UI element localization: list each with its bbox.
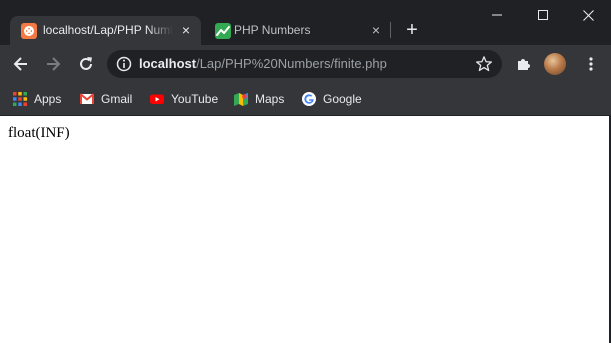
google-icon [302, 92, 316, 106]
new-tab-button[interactable]: + [400, 19, 424, 43]
bookmark-google[interactable]: Google [302, 90, 362, 108]
forward-button[interactable] [41, 52, 65, 76]
bookmark-youtube[interactable]: YouTube [150, 90, 218, 108]
reload-button[interactable] [74, 52, 98, 76]
apps-grid-icon [13, 92, 27, 106]
maximize-icon [538, 10, 548, 20]
url-host: localhost [139, 56, 197, 71]
profile-avatar[interactable] [544, 53, 566, 75]
more-vertical-icon [589, 57, 593, 71]
star-icon[interactable] [475, 55, 493, 73]
bookmark-label: Apps [34, 92, 62, 106]
tab-active[interactable]: localhost/Lap/PHP Numbers/finite.php × [10, 16, 201, 45]
toolbar: localhost/Lap/PHP%20Numbers/finite.php [0, 45, 611, 83]
menu-button[interactable] [579, 52, 603, 76]
bookmark-gmail[interactable]: Gmail [80, 90, 132, 108]
close-window-button[interactable] [565, 0, 611, 30]
xampp-icon [21, 23, 37, 39]
arrow-right-icon [47, 57, 61, 71]
tab-inactive[interactable]: PHP Numbers × [204, 16, 390, 45]
php-output-text: float(INF) [8, 125, 70, 141]
youtube-icon [150, 94, 164, 104]
minimize-icon [492, 14, 502, 16]
page-content: float(INF) [0, 116, 611, 343]
bookmark-apps[interactable]: Apps [13, 90, 61, 108]
bookmark-label: YouTube [171, 92, 219, 106]
close-icon [582, 9, 594, 21]
gmail-icon [80, 93, 94, 104]
maps-icon [234, 93, 248, 106]
info-icon[interactable] [116, 56, 132, 72]
url-text[interactable]: localhost/Lap/PHP%20Numbers/finite.php [139, 50, 387, 78]
url-path: /Lap/PHP%20Numbers/finite.php [196, 56, 387, 71]
bookmark-label: Google [323, 92, 362, 106]
tab-divider [390, 22, 391, 38]
minimize-button[interactable] [474, 0, 520, 30]
reload-icon [80, 57, 92, 70]
back-button[interactable] [9, 52, 33, 76]
browser-window: localhost/Lap/PHP Numbers/finite.php × P… [0, 0, 611, 343]
bookmarks-bar: Apps Gmail YouTube Maps Google [0, 83, 611, 116]
tab-title: PHP Numbers [234, 23, 311, 37]
extensions-button[interactable] [512, 52, 536, 76]
tab-strip: localhost/Lap/PHP Numbers/finite.php × P… [0, 0, 611, 45]
arrow-left-icon [13, 57, 27, 71]
tab-title: localhost/Lap/PHP Numbers/finite.php [43, 23, 173, 37]
maximize-button[interactable] [520, 0, 566, 30]
address-bar[interactable]: localhost/Lap/PHP%20Numbers/finite.php [107, 50, 502, 78]
tab-close-button[interactable]: × [178, 22, 194, 38]
bookmark-label: Maps [255, 92, 285, 106]
bookmark-maps[interactable]: Maps [234, 90, 284, 108]
tab-close-button[interactable]: × [368, 22, 384, 38]
bookmark-label: Gmail [101, 92, 133, 106]
puzzle-icon [518, 59, 530, 70]
chart-icon [215, 23, 231, 39]
